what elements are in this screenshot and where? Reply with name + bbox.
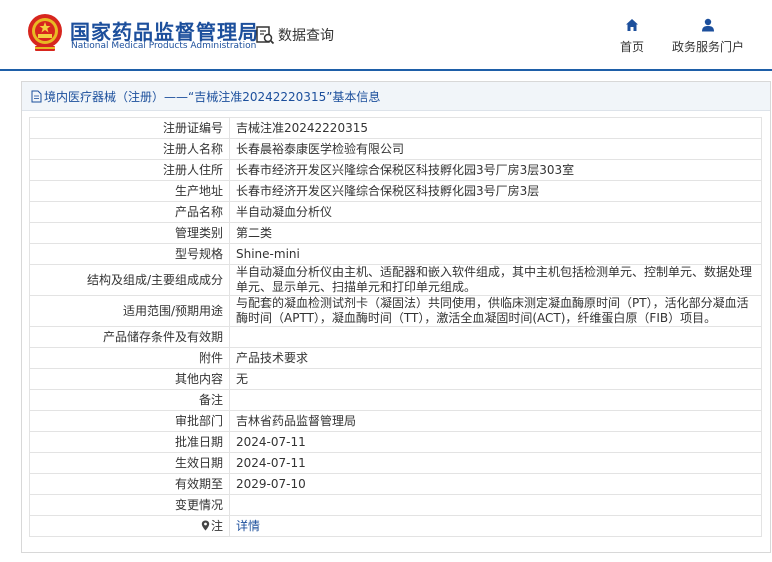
site-subtitle: National Medical Products Administration bbox=[71, 41, 257, 51]
table-row: 备注 bbox=[29, 389, 762, 411]
registration-info-table: 注册证编号 吉械注准20242220315 注册人名称 长春晨裕泰康医学检验有限公司… bbox=[29, 117, 762, 537]
table-row-note: 注 详情 bbox=[29, 515, 762, 537]
table-row: 适用范围/预期用途 与配套的凝血检测试剂卡（凝固法）共同使用，供临床测定凝血酶原时… bbox=[29, 295, 762, 327]
data-query-link[interactable]: 数据查询 bbox=[255, 24, 334, 46]
detail-panel: 境内医疗器械（注册） ——“吉械注准20242220315”基本信息 注册证编号… bbox=[21, 81, 771, 553]
row-key: 审批部门 bbox=[29, 410, 230, 432]
nav-home-label: 首页 bbox=[619, 40, 644, 54]
row-key: 管理类别 bbox=[29, 222, 230, 244]
row-key: 型号规格 bbox=[29, 243, 230, 265]
row-value: 长春市经济开发区兴隆综合保税区科技孵化园3号厂房3层303室 bbox=[229, 159, 762, 181]
row-key: 变更情况 bbox=[29, 494, 230, 516]
table-row: 变更情况 bbox=[29, 494, 762, 516]
row-value-note: 详情 bbox=[229, 515, 762, 537]
row-key: 注册人住所 bbox=[29, 159, 230, 181]
row-key: 生效日期 bbox=[29, 452, 230, 474]
data-query-label: 数据查询 bbox=[278, 28, 334, 44]
table-row: 产品名称 半自动凝血分析仪 bbox=[29, 201, 762, 223]
row-value: 长春晨裕泰康医学检验有限公司 bbox=[229, 138, 762, 160]
breadcrumb-category-link[interactable]: 境内医疗器械（注册） bbox=[44, 88, 164, 105]
row-value: 长春市经济开发区兴隆综合保税区科技孵化园3号厂房3层 bbox=[229, 180, 762, 202]
row-key: 批准日期 bbox=[29, 431, 230, 453]
breadcrumb: 境内医疗器械（注册） ——“吉械注准20242220315”基本信息 bbox=[22, 82, 770, 111]
table-row: 生效日期 2024-07-11 bbox=[29, 452, 762, 474]
row-key: 产品储存条件及有效期 bbox=[29, 326, 230, 348]
table-row: 产品储存条件及有效期 bbox=[29, 326, 762, 348]
row-value: 吉林省药品监督管理局 bbox=[229, 410, 762, 432]
note-key-label: 注 bbox=[210, 518, 223, 533]
row-key: 有效期至 bbox=[29, 473, 230, 495]
user-icon bbox=[702, 18, 714, 32]
breadcrumb-current: ——“吉械注准20242220315”基本信息 bbox=[164, 89, 381, 104]
table-row: 型号规格 Shine-mini bbox=[29, 243, 762, 265]
row-value: 半自动凝血分析仪由主机、适配器和嵌入软件组成，其中主机包括检测单元、控制单元、数… bbox=[229, 264, 762, 296]
row-key: 适用范围/预期用途 bbox=[29, 295, 230, 327]
table-row: 审批部门 吉林省药品监督管理局 bbox=[29, 410, 762, 432]
row-value: 2029-07-10 bbox=[229, 473, 762, 495]
row-value: 2024-07-11 bbox=[229, 431, 762, 453]
row-value: 第二类 bbox=[229, 222, 762, 244]
row-key: 产品名称 bbox=[29, 201, 230, 223]
row-key: 注册人名称 bbox=[29, 138, 230, 160]
detail-link[interactable]: 详情 bbox=[236, 519, 260, 533]
row-key: 备注 bbox=[29, 389, 230, 411]
row-value: 2024-07-11 bbox=[229, 452, 762, 474]
row-key-note: 注 bbox=[29, 515, 230, 537]
row-value: 产品技术要求 bbox=[229, 347, 762, 369]
header-divider bbox=[0, 69, 772, 71]
table-row: 有效期至 2029-07-10 bbox=[29, 473, 762, 495]
row-value: Shine-mini bbox=[229, 243, 762, 265]
table-row: 批准日期 2024-07-11 bbox=[29, 431, 762, 453]
table-row: 附件 产品技术要求 bbox=[29, 347, 762, 369]
document-icon bbox=[31, 90, 42, 102]
table-row: 注册人住所 长春市经济开发区兴隆综合保税区科技孵化园3号厂房3层303室 bbox=[29, 159, 762, 181]
row-key: 生产地址 bbox=[29, 180, 230, 202]
nav-home[interactable]: 首页 bbox=[615, 18, 649, 55]
table-row: 结构及组成/主要组成成分 半自动凝血分析仪由主机、适配器和嵌入软件组成，其中主机包… bbox=[29, 264, 762, 296]
location-pin-icon bbox=[201, 520, 210, 530]
national-emblem-icon bbox=[28, 14, 62, 51]
row-value bbox=[229, 326, 762, 348]
table-row: 其他内容无 bbox=[29, 368, 762, 390]
table-row: 注册人名称 长春晨裕泰康医学检验有限公司 bbox=[29, 138, 762, 160]
row-value: 吉械注准20242220315 bbox=[229, 117, 762, 139]
row-key: 结构及组成/主要组成成分 bbox=[29, 264, 230, 296]
table-row: 管理类别 第二类 bbox=[29, 222, 762, 244]
row-key: 其他内容 bbox=[29, 368, 230, 390]
row-value: 半自动凝血分析仪 bbox=[229, 201, 762, 223]
table-row: 生产地址 长春市经济开发区兴隆综合保税区科技孵化园3号厂房3层 bbox=[29, 180, 762, 202]
row-value: 无 bbox=[229, 368, 762, 390]
home-icon bbox=[626, 19, 638, 31]
table-row: 注册证编号 吉械注准20242220315 bbox=[29, 117, 762, 139]
row-key: 附件 bbox=[29, 347, 230, 369]
row-key: 注册证编号 bbox=[29, 117, 230, 139]
nav-gov-portal-label: 政务服务门户 bbox=[671, 40, 744, 54]
site-header: 国家药品监督管理局 National Medical Products Admi… bbox=[0, 0, 772, 70]
nav-gov-portal[interactable]: 政务服务门户 bbox=[668, 18, 748, 55]
row-value bbox=[229, 494, 762, 516]
search-document-icon bbox=[256, 26, 275, 45]
row-value bbox=[229, 389, 762, 411]
row-value: 与配套的凝血检测试剂卡（凝固法）共同使用，供临床测定凝血酶原时间（PT），活化部… bbox=[229, 295, 762, 327]
